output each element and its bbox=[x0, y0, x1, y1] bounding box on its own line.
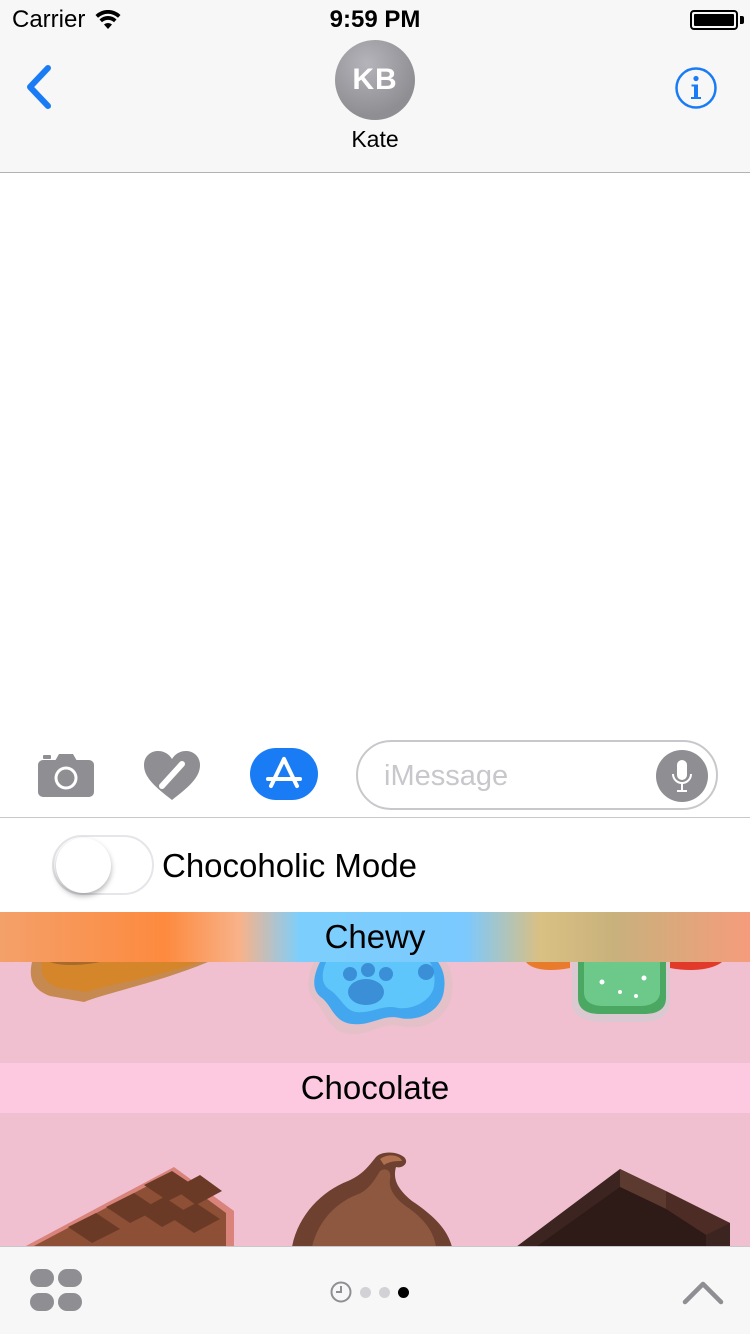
back-chevron-icon[interactable] bbox=[20, 62, 60, 112]
section-header-chewy: Chewy bbox=[0, 912, 750, 962]
conversation-header: KB Kate bbox=[0, 40, 750, 173]
chocoholic-mode-label: Chocoholic Mode bbox=[162, 847, 417, 884]
app-store-icon bbox=[266, 757, 302, 788]
microphone-icon bbox=[672, 760, 692, 792]
imessage-placeholder: iMessage bbox=[384, 760, 509, 792]
caramel-sticker[interactable] bbox=[20, 962, 220, 1062]
battery-tip bbox=[740, 16, 744, 24]
app-store-button[interactable] bbox=[250, 748, 318, 800]
section-header-chocolate: Chocolate bbox=[0, 1063, 750, 1113]
compose-toolbar: iMessage bbox=[0, 730, 750, 818]
digital-touch-heart-icon[interactable] bbox=[142, 750, 202, 802]
chewy-sticker-row bbox=[0, 962, 750, 1063]
page-dot-3[interactable] bbox=[398, 1286, 409, 1298]
message-thread[interactable] bbox=[0, 174, 750, 730]
status-bar: Carrier 9:59 PM bbox=[0, 0, 750, 40]
app-drawer-bar bbox=[0, 1246, 750, 1334]
contact-avatar[interactable]: KB bbox=[335, 40, 415, 120]
page-indicator bbox=[330, 1281, 409, 1303]
status-time: 9:59 PM bbox=[329, 6, 421, 33]
page-dot-2[interactable] bbox=[379, 1286, 390, 1298]
avatar-initials: KB bbox=[352, 63, 398, 96]
recents-clock-icon[interactable] bbox=[330, 1281, 352, 1303]
imessage-screen: Carrier 9:59 PM KB Kate iMessage Chocoho… bbox=[0, 0, 750, 1334]
toggle-knob bbox=[56, 838, 111, 893]
page-dot-1[interactable] bbox=[360, 1286, 371, 1298]
gummy-candy-sticker[interactable] bbox=[520, 962, 730, 1062]
sticker-app-panel: Chocoholic Mode Chewy Chocolate bbox=[0, 819, 750, 1246]
chocolate-bar-sticker[interactable] bbox=[24, 1167, 234, 1246]
app-drawer-grid-icon[interactable] bbox=[30, 1269, 84, 1313]
info-icon[interactable] bbox=[674, 66, 718, 110]
chocoholic-mode-toggle[interactable] bbox=[52, 835, 154, 895]
gummy-paw-sticker[interactable] bbox=[300, 962, 460, 1052]
camera-icon[interactable] bbox=[37, 752, 95, 798]
chocolate-chip-sticker[interactable] bbox=[292, 1151, 452, 1246]
chocolate-block-sticker[interactable] bbox=[516, 1169, 730, 1246]
microphone-button[interactable] bbox=[656, 750, 708, 802]
battery-icon bbox=[690, 10, 738, 30]
imessage-input[interactable]: iMessage bbox=[356, 740, 718, 810]
contact-name[interactable]: Kate bbox=[0, 126, 750, 153]
expand-chevron-up-icon[interactable] bbox=[682, 1277, 724, 1307]
chocoholic-mode-row: Chocoholic Mode bbox=[0, 819, 750, 912]
chocolate-sticker-row bbox=[0, 1113, 750, 1246]
